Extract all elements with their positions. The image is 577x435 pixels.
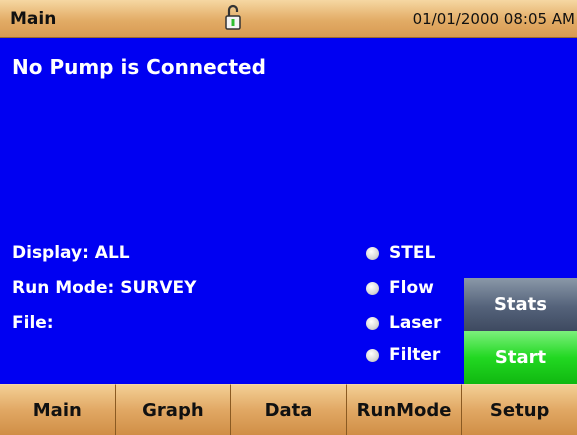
title-bar: Main 01/01/2000 08:05 AM <box>0 0 577 38</box>
bottom-nav-bar: Main Graph Data RunMode Setup <box>0 384 577 435</box>
indicator-label: Filter <box>389 345 441 365</box>
indicator-filter: Filter <box>366 344 440 366</box>
nav-setup-button[interactable]: Setup <box>462 384 577 435</box>
file-label: File: <box>12 313 54 333</box>
status-dot-icon <box>366 246 379 260</box>
indicator-label: Laser <box>389 313 442 333</box>
display-mode-label: Display: ALL <box>12 243 130 263</box>
pump-status-message: No Pump is Connected <box>12 55 266 79</box>
nav-runmode-button[interactable]: RunMode <box>346 384 463 435</box>
indicator-laser: Laser <box>366 312 441 334</box>
indicator-stel: STEL <box>366 242 435 264</box>
main-screen: Main 01/01/2000 08:05 AM No Pump is Conn… <box>0 0 577 435</box>
start-button[interactable]: Start <box>464 331 577 384</box>
stats-button[interactable]: Stats <box>464 278 577 331</box>
status-dot-icon <box>366 281 379 295</box>
run-mode-label: Run Mode: SURVEY <box>12 278 197 298</box>
nav-graph-button[interactable]: Graph <box>115 384 232 435</box>
nav-data-button[interactable]: Data <box>231 384 347 435</box>
status-dot-icon <box>366 348 379 362</box>
nav-main-button[interactable]: Main <box>0 384 116 435</box>
date-time: 01/01/2000 08:05 AM <box>412 10 575 28</box>
screen-title: Main <box>10 9 57 29</box>
status-dot-icon <box>366 316 379 330</box>
indicator-label: Flow <box>389 278 434 298</box>
indicator-flow: Flow <box>366 277 434 299</box>
indicator-label: STEL <box>389 243 436 263</box>
unlocked-padlock-icon[interactable] <box>224 4 242 32</box>
